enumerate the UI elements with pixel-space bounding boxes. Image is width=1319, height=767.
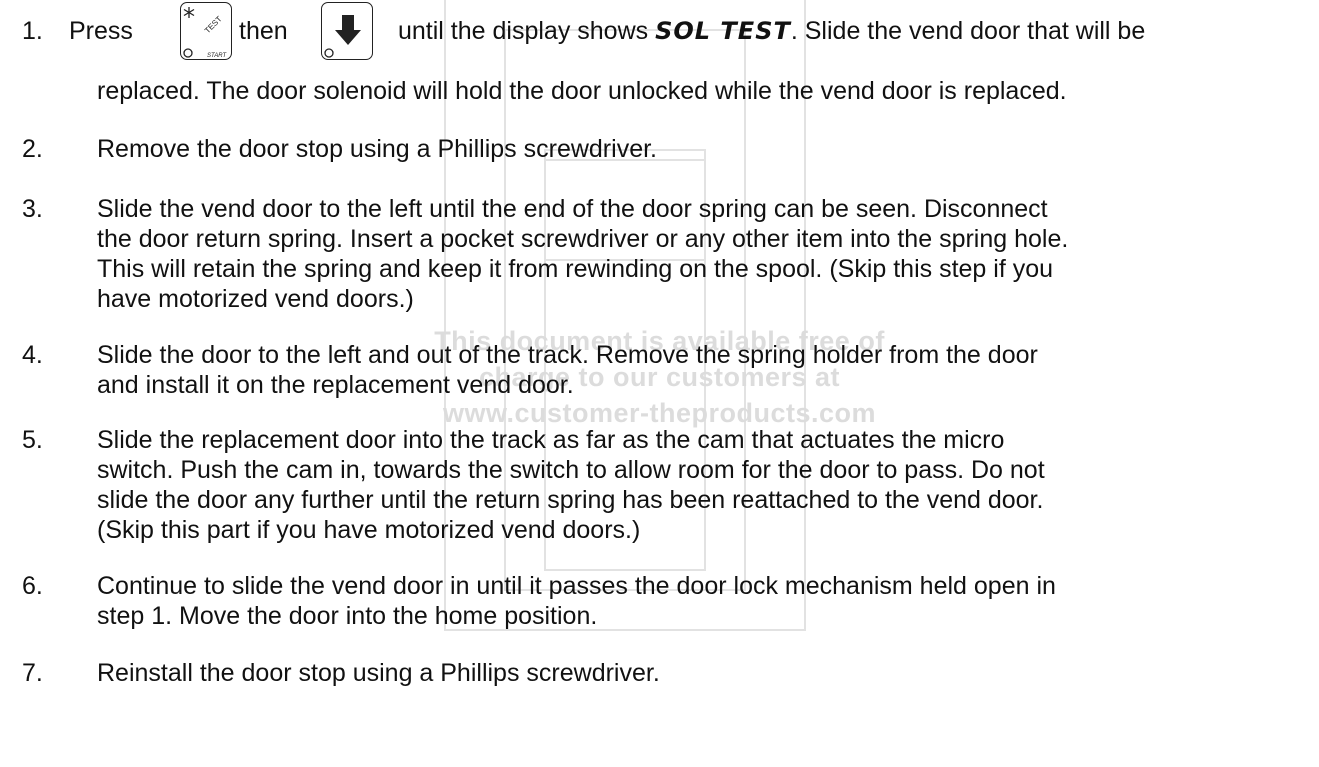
step-4-line-1: Slide the door to the left and out of th… [97,341,1038,369]
step-1-continuation: replaced. The door solenoid will hold th… [97,77,1067,105]
step-1-after-display-text: . Slide the vend door that will be [790,17,1146,45]
instruction-page: This document is available free of charg… [0,0,1319,767]
step-3-line-4: have motorized vend doors.) [97,285,414,313]
step-6-line-2: step 1. Move the door into the home posi… [97,602,598,630]
down-arrow-key-button[interactable] [321,2,373,60]
step-1-until-text: until the display shows [398,17,649,45]
step-6-line-1: Continue to slide the vend door in until… [97,572,1056,600]
step-5-line-4: (Skip this part if you have motorized ve… [97,516,641,544]
step-5-line-2: switch. Push the cam in, towards the swi… [97,456,1045,484]
step-number: 7. [22,659,43,687]
step-number: 5. [22,426,43,454]
step-number: 4. [22,341,43,369]
step-7-text: Reinstall the door stop using a Phillips… [97,659,660,687]
step-3-line-2: the door return spring. Insert a pocket … [97,225,1069,253]
key-start-label: START [207,53,227,59]
key-test-label: TEST [203,14,224,35]
step-1-instruction-line: until the display shows SOL TEST. Slide … [398,16,1145,47]
step-3-line-1: Slide the vend door to the left until th… [97,195,1048,223]
test-start-key-button[interactable]: TEST START [180,2,232,60]
step-5-line-1: Slide the replacement door into the trac… [97,426,1005,454]
step-number: 2. [22,135,43,163]
step-3-line-3: This will retain the spring and keep it … [97,255,1054,283]
step-2-text: Remove the door stop using a Phillips sc… [97,135,657,163]
step-1-press-text: Press [69,17,133,45]
step-1-then-text: then [239,17,288,45]
step-number: 6. [22,572,43,600]
test-start-key-icon: TEST START [183,7,227,59]
step-5-line-3: slide the door any further until the ret… [97,486,1044,514]
step-number: 3. [22,195,43,223]
step-4-line-2: and install it on the replacement vend d… [97,371,574,399]
step-number: 1. [22,17,43,45]
display-readout: SOL TEST [655,17,791,45]
down-arrow-key-icon [324,15,361,58]
